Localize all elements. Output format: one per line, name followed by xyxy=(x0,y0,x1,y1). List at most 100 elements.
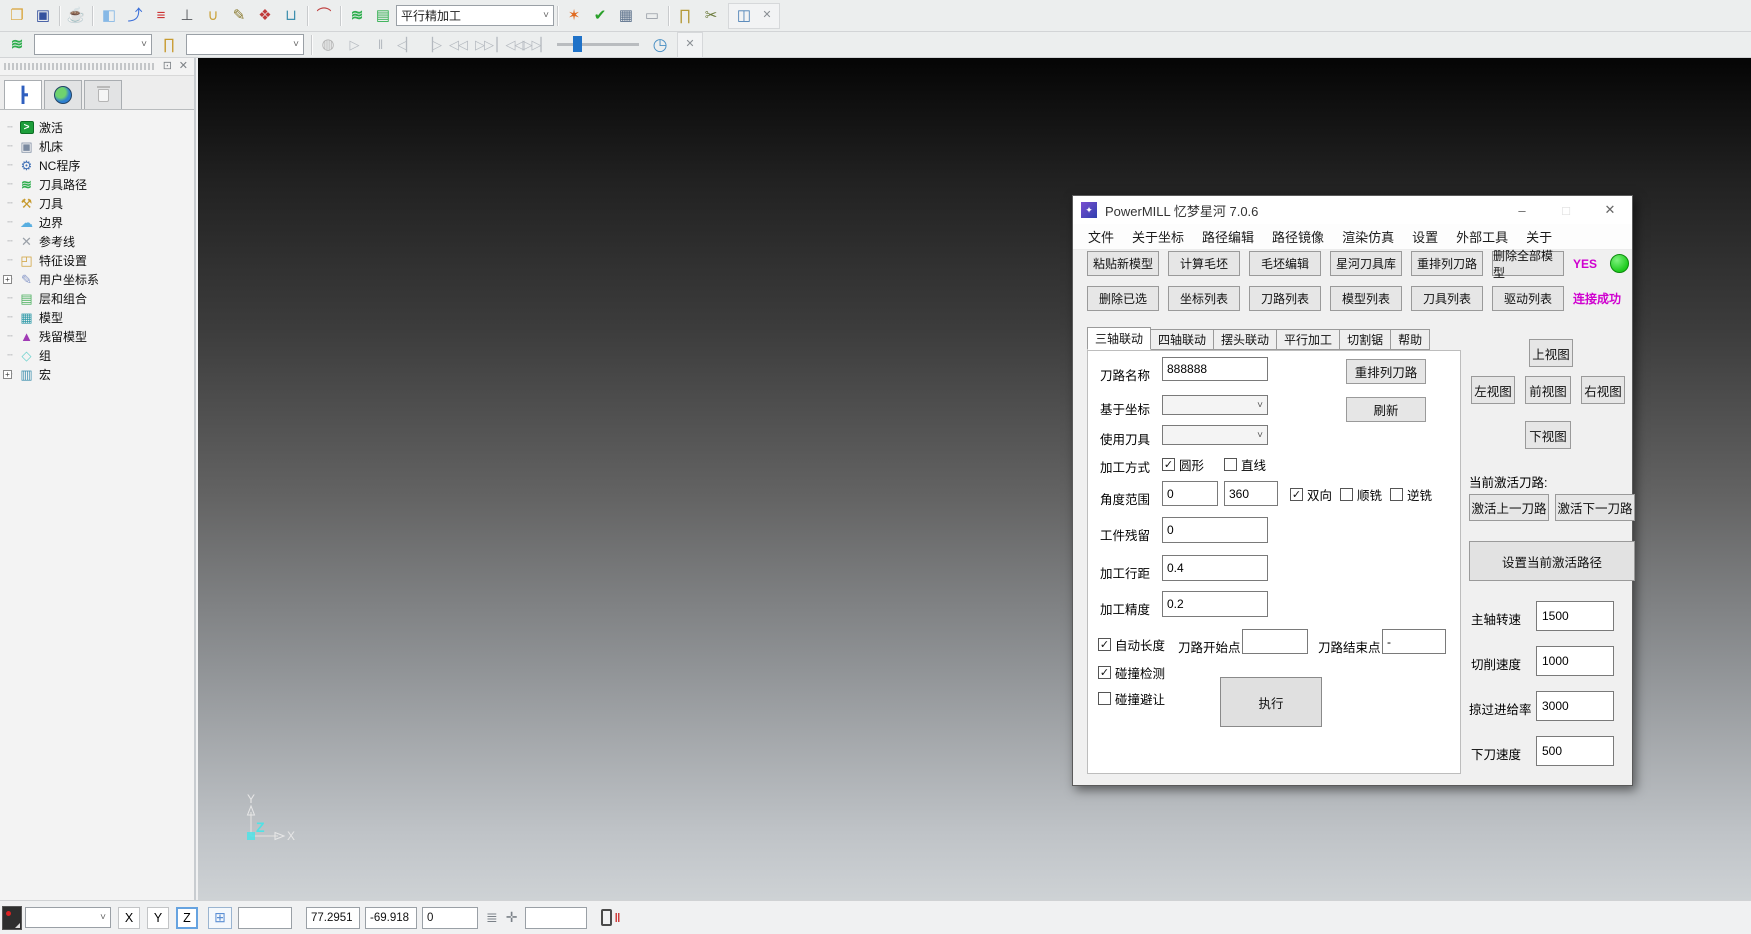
measure-ruler-icon[interactable]: ▭ xyxy=(639,4,665,28)
menu-about-coords[interactable]: 关于坐标 xyxy=(1123,227,1193,246)
tree-item-macros[interactable]: +┄▥宏 xyxy=(2,365,194,384)
activate-next-button[interactable]: 激活下一刀路 xyxy=(1555,494,1635,521)
checkbox-icon[interactable] xyxy=(1340,488,1353,501)
menu-file[interactable]: 文件 xyxy=(1079,227,1123,246)
checkbox-icon[interactable] xyxy=(1098,638,1111,651)
tab-3axis[interactable]: 三轴联动 xyxy=(1087,327,1151,350)
pattern-points-icon[interactable]: ❖ xyxy=(252,4,278,28)
sim-tool-dropdown[interactable]: ˅ xyxy=(186,34,304,55)
toolpath-strategy-icon[interactable]: ⤴ xyxy=(122,4,148,28)
grid-toggle-button[interactable]: ⊞ xyxy=(208,907,232,929)
graphics-viewport[interactable]: Y X Z ✦ PowerMILL 忆梦星河 7.0.6 – □ ✕ 文件 关于… xyxy=(198,58,1751,900)
calc-block-button[interactable]: 计算毛坯 xyxy=(1168,251,1240,276)
axis-z-button[interactable]: Z xyxy=(176,907,198,929)
axis-x-button[interactable]: X xyxy=(118,907,140,929)
strategy-list-icon[interactable]: ▤ xyxy=(370,4,396,28)
spindle-speed-input[interactable] xyxy=(1536,601,1614,631)
expand-plus-icon[interactable]: + xyxy=(3,275,12,284)
tab-saw[interactable]: 切割锯 xyxy=(1340,329,1391,350)
tab-explorer-recycle[interactable] xyxy=(84,80,122,109)
tree-item-activate[interactable]: ┄>激活 xyxy=(2,118,194,137)
coord-z-input[interactable] xyxy=(422,907,478,929)
tree-item-levels[interactable]: ┄▤层和组合 xyxy=(2,289,194,308)
clock-icon[interactable]: ◷ xyxy=(647,33,673,57)
expand-plus-icon[interactable]: + xyxy=(3,370,12,379)
block-edit-button[interactable]: 毛坯编辑 xyxy=(1249,251,1321,276)
dialog-titlebar[interactable]: ✦ PowerMILL 忆梦星河 7.0.6 – □ ✕ xyxy=(1073,196,1632,224)
use-tool-select[interactable]: ˅ xyxy=(1162,425,1268,445)
step-back-button[interactable]: ◁▏ xyxy=(393,33,419,57)
bidirectional-checkbox[interactable]: 双向 xyxy=(1290,485,1332,504)
save-project-icon[interactable]: ▣ xyxy=(30,4,56,28)
statusbar-field-1[interactable] xyxy=(238,907,292,929)
execute-button[interactable]: 执行 xyxy=(1220,677,1322,727)
rearrange-toolpath-button[interactable]: 重排列刀路 xyxy=(1411,251,1483,276)
checkbox-icon[interactable] xyxy=(1098,666,1111,679)
go-start-button[interactable]: ▏◁◁ xyxy=(497,33,523,57)
slider-handle[interactable] xyxy=(573,36,582,52)
view-front-button[interactable]: 前视图 xyxy=(1525,376,1571,404)
rapid-heights-icon[interactable]: ≡ xyxy=(148,4,174,28)
pause-button[interactable]: ‖ xyxy=(367,33,393,57)
boundary-pencil-icon[interactable]: ✎ xyxy=(226,4,252,28)
calculator-icon[interactable]: ▦ xyxy=(613,4,639,28)
checkbox-icon[interactable] xyxy=(1162,458,1175,471)
auto-length-checkbox[interactable]: 自动长度 xyxy=(1098,635,1165,654)
block-icon[interactable]: ◧ xyxy=(96,4,122,28)
collision-avoid-checkbox[interactable]: 碰撞避让 xyxy=(1098,689,1165,708)
line-checkbox[interactable]: 直线 xyxy=(1224,455,1266,474)
coord-list-button[interactable]: 坐标列表 xyxy=(1168,286,1240,311)
tab-explorer-web[interactable] xyxy=(44,80,82,109)
step-forward-button[interactable]: ▕▷ xyxy=(419,33,445,57)
tool-fire-icon[interactable]: ✶ xyxy=(561,4,587,28)
rewind-button[interactable]: ◁◁ xyxy=(445,33,471,57)
fast-forward-button[interactable]: ▷▷ xyxy=(471,33,497,57)
strategy-dropdown[interactable]: 平行精加工 ˅ xyxy=(396,5,554,26)
menu-path-mirror[interactable]: 路径镜像 xyxy=(1263,227,1333,246)
menu-path-edit[interactable]: 路径编辑 xyxy=(1193,227,1263,246)
tree-item-groups[interactable]: ┄◇组 xyxy=(2,346,194,365)
tree-item-patterns[interactable]: ┄✕参考线 xyxy=(2,232,194,251)
tool-library-button[interactable]: 星河刀具库 xyxy=(1330,251,1402,276)
close-icon[interactable]: ✕ xyxy=(1588,196,1632,224)
sim-toolpath-dropdown[interactable]: ˅ xyxy=(34,34,152,55)
circle-checkbox[interactable]: 圆形 xyxy=(1162,455,1204,474)
locate-pointer-icon[interactable]: ✛ xyxy=(506,909,518,926)
tool-verify-icon[interactable]: ✔ xyxy=(587,4,613,28)
tab-help[interactable]: 帮助 xyxy=(1391,329,1430,350)
coord-y-input[interactable] xyxy=(365,907,417,929)
tool-start-point-icon[interactable]: ⊥ xyxy=(174,4,200,28)
teapot-demo-icon[interactable]: ☕ xyxy=(63,4,89,28)
angle-to-input[interactable] xyxy=(1224,481,1278,506)
tree-item-toolpaths[interactable]: ┄≋刀具路径 xyxy=(2,175,194,194)
tab-explorer-tree[interactable]: ┣ xyxy=(4,80,42,109)
tab-4axis[interactable]: 四轴联动 xyxy=(1151,329,1214,350)
toolbar-close-icon[interactable]: ✕ xyxy=(757,4,777,28)
go-end-button[interactable]: ▷▷▏ xyxy=(523,33,549,57)
sort-list-icon[interactable]: ≣ xyxy=(486,909,498,926)
statusbar-dropdown[interactable]: ˅ xyxy=(25,907,111,928)
cutting-feed-input[interactable] xyxy=(1536,646,1614,676)
paste-new-model-button[interactable]: 粘贴新模型 xyxy=(1087,251,1159,276)
tree-item-nc-programs[interactable]: ┄⚙NC程序 xyxy=(2,156,194,175)
climb-checkbox[interactable]: 顺铣 xyxy=(1340,485,1382,504)
menu-settings[interactable]: 设置 xyxy=(1403,227,1447,246)
checkbox-icon[interactable] xyxy=(1098,692,1111,705)
tab-swivel-head[interactable]: 摆头联动 xyxy=(1214,329,1277,350)
toolpath-name-input[interactable] xyxy=(1162,357,1268,381)
play-button[interactable]: ▷ xyxy=(341,33,367,57)
tool-list-button[interactable]: 刀具列表 xyxy=(1411,286,1483,311)
menu-about[interactable]: 关于 xyxy=(1517,227,1561,246)
maximize-icon[interactable]: □ xyxy=(1544,196,1588,224)
statusbar-field-2[interactable] xyxy=(525,907,587,929)
activate-prev-button[interactable]: 激活上一刀路 xyxy=(1469,494,1549,521)
drive-list-button[interactable]: 驱动列表 xyxy=(1492,286,1564,311)
checkbox-icon[interactable] xyxy=(1224,458,1237,471)
view-bottom-button[interactable]: 下视图 xyxy=(1525,421,1571,449)
view-top-button[interactable]: 上视图 xyxy=(1529,339,1573,367)
base-coord-select[interactable]: ˅ xyxy=(1162,395,1268,415)
refresh-button[interactable]: 刷新 xyxy=(1346,397,1426,422)
tree-item-models[interactable]: ┄▦模型 xyxy=(2,308,194,327)
tree-item-feature-sets[interactable]: ┄◰特征设置 xyxy=(2,251,194,270)
toolbar-close-icon[interactable]: ✕ xyxy=(680,33,700,57)
